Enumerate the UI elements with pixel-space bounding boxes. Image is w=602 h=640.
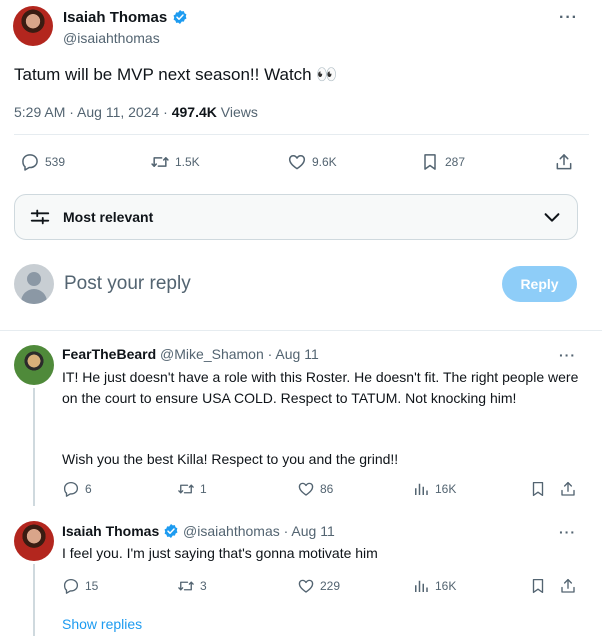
repost-count: 1.5K [175,155,200,169]
reply-sort-dropdown[interactable]: Most relevant [14,194,578,240]
reply-text: I feel you. I'm just saying that's gonna… [62,545,378,561]
reply-author-handle[interactable]: @Mike_Shamon [160,346,264,362]
reply-count: 6 [85,482,92,496]
views-icon [412,480,430,498]
reply-avatar[interactable] [14,345,54,385]
views-icon [412,577,430,595]
bookmark-icon [420,152,440,172]
bookmark-icon [529,480,547,498]
reply-button[interactable]: 539 [20,152,65,172]
views-button[interactable]: 16K [412,480,456,498]
reply-count: 539 [45,155,66,169]
reply-icon [20,152,40,172]
share-icon [559,480,577,498]
reply-text: IT! He just doesn't have a role with thi… [62,369,579,406]
reply-count: 15 [85,579,99,593]
author-avatar[interactable] [13,6,53,46]
reply-date[interactable]: · Aug 11 [280,523,335,539]
heart-icon [297,577,315,595]
repost-button[interactable]: 1.5K [150,152,200,172]
repost-icon [150,152,170,172]
views-button[interactable]: 16K [412,577,456,595]
like-count: 229 [320,579,341,593]
reply-submit-button[interactable]: Reply [502,266,577,302]
reply-icon [62,577,80,595]
author-name[interactable]: Isaiah Thomas [63,9,167,26]
more-icon[interactable]: ··· [559,524,576,540]
views-count: 497.4K [171,104,217,120]
reply-author-handle[interactable]: @isaiahthomas [183,523,280,539]
bookmark-button[interactable] [529,577,547,595]
reply-author-name[interactable]: FearTheBeard [62,346,156,362]
current-user-avatar [14,264,54,304]
like-button[interactable]: 229 [297,577,340,595]
reply-author-name[interactable]: Isaiah Thomas [62,523,159,539]
repost-button[interactable]: 3 [177,577,207,595]
divider [14,134,589,135]
repost-button[interactable]: 1 [177,480,207,498]
reply-composer-input[interactable]: Post your reply [64,273,191,295]
like-button[interactable]: 9.6K [287,152,337,172]
reply-icon [62,480,80,498]
tweet-text: Tatum will be MVP next season!! Watch 👀 [14,65,338,84]
repost-count: 1 [200,482,207,496]
verified-badge-icon [172,9,188,25]
reply-date[interactable]: · Aug 11 [264,346,319,362]
sliders-icon [30,209,50,225]
sort-label: Most relevant [63,209,154,225]
reply-button[interactable]: 15 [62,577,98,595]
author-handle[interactable]: @isaiahthomas [63,30,160,46]
repost-icon [177,577,195,595]
share-button[interactable] [559,577,577,595]
reply-text: Wish you the best Killa! Respect to you … [62,451,399,467]
share-button[interactable] [559,480,577,498]
show-replies-link[interactable]: Show replies [62,616,142,632]
more-icon[interactable]: ··· [559,9,578,27]
views-count: 16K [435,482,457,496]
reply-avatar[interactable] [14,521,54,561]
reply-button[interactable]: 6 [62,480,92,498]
thread-line [33,388,35,506]
like-button[interactable]: 86 [297,480,333,498]
heart-icon [287,152,307,172]
repost-icon [177,480,195,498]
bookmark-icon [529,577,547,595]
reply-header: FearTheBeard @Mike_Shamon · Aug 11 [62,346,319,362]
like-count: 9.6K [312,155,337,169]
tweet-meta: 5:29 AM · Aug 11, 2024 · 497.4K Views [14,104,258,120]
share-icon [554,152,574,172]
like-count: 86 [320,482,334,496]
share-icon [559,577,577,595]
share-button[interactable] [554,152,574,172]
thread-line [33,564,35,636]
reply-header: Isaiah Thomas @isaiahthomas · Aug 11 [62,523,335,539]
chevron-down-icon [544,213,560,222]
heart-icon [297,480,315,498]
views-label: Views [216,104,258,120]
more-icon[interactable]: ··· [559,347,576,363]
repost-count: 3 [200,579,207,593]
bookmark-button[interactable]: 287 [420,152,465,172]
verified-badge-icon [163,523,179,539]
tweet-timestamp[interactable]: 5:29 AM · Aug 11, 2024 · [14,104,172,120]
tweet-author: Isaiah Thomas [63,9,188,27]
bookmark-button[interactable] [529,480,547,498]
views-count: 16K [435,579,457,593]
divider [0,330,602,331]
bookmark-count: 287 [445,155,466,169]
